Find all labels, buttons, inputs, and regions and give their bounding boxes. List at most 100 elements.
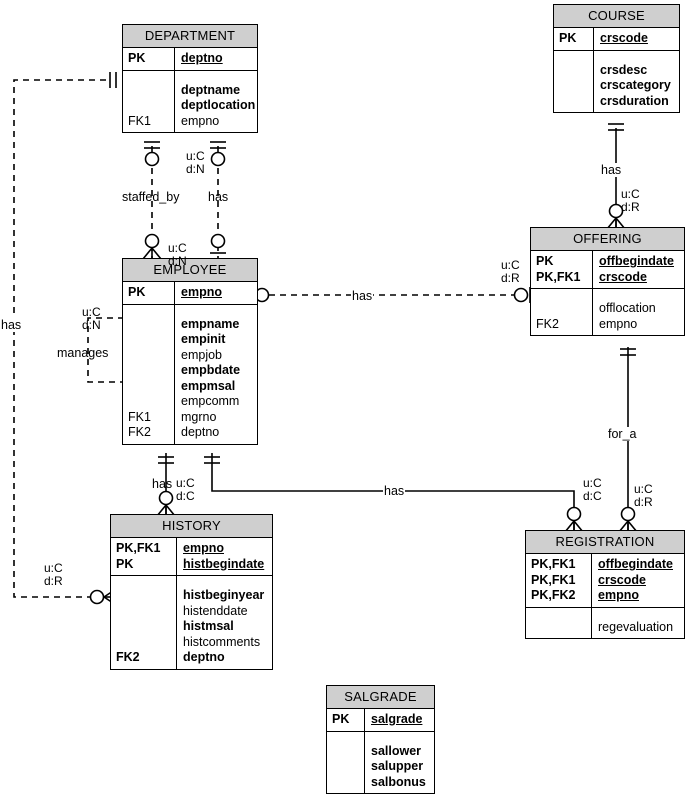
key-label	[116, 604, 176, 620]
key-label: PK,FK1	[531, 557, 576, 571]
key-label	[332, 775, 364, 791]
key-label: PK	[559, 31, 577, 45]
relationship-label-course-has-offering: has	[600, 163, 623, 177]
attr-label: deptlocation	[181, 98, 256, 112]
entity-course[interactable]: COURSE PK crscode crsdesc crscategory cr…	[553, 4, 680, 113]
entity-history[interactable]: HISTORY PK,FK1 PK empno histbegindate FK…	[110, 514, 273, 670]
attr-label: deptno	[181, 425, 220, 439]
attr-column: crscode	[594, 28, 679, 50]
entity-registration[interactable]: REGISTRATION PK,FK1 PK,FK1 PK,FK2 offbeg…	[525, 530, 685, 639]
key-column: FK1	[123, 70, 175, 132]
attr-label: salupper	[371, 759, 424, 773]
entity-title-history: HISTORY	[111, 515, 272, 538]
attr-label: offbegindate	[598, 557, 673, 571]
relationship-label-emp-has-history: has	[152, 477, 173, 491]
attr-column: empno histbegindate	[177, 538, 272, 575]
key-label	[128, 317, 174, 333]
attr-label: sallower	[371, 743, 422, 758]
key-label: FK1	[128, 113, 151, 128]
key-column: PK,FK1 PK	[111, 538, 177, 575]
entity-title-salgrade: SALGRADE	[327, 686, 434, 709]
key-label	[116, 619, 176, 635]
entity-attrs-course: crsdesc crscategory crsduration	[554, 49, 679, 112]
attr-label: histbeginyear	[183, 588, 265, 602]
attr-label: crscategory	[600, 78, 671, 92]
key-label: PK,FK1	[531, 572, 576, 587]
key-label	[531, 620, 591, 636]
attr-label: crscode	[600, 31, 648, 45]
key-label: FK2	[536, 316, 559, 331]
entity-salgrade[interactable]: SALGRADE PK salgrade sallower salupper s…	[326, 685, 435, 794]
key-label: FK1	[128, 409, 151, 424]
key-label	[128, 332, 174, 348]
attr-label: empno	[598, 588, 639, 602]
entity-title-registration: REGISTRATION	[526, 531, 684, 554]
relationship-label-emp-has-registration: has	[383, 484, 406, 498]
attr-label: histenddate	[183, 603, 248, 618]
entity-keys-salgrade: PK salgrade	[327, 709, 434, 731]
key-label: FK2	[128, 425, 151, 439]
entity-employee[interactable]: EMPLOYEE PK empno FK1 FK2 empname empini…	[122, 258, 258, 445]
entity-keys-employee: PK empno	[123, 282, 257, 304]
entity-department[interactable]: DEPARTMENT PK deptno FK1 deptname deptlo…	[122, 24, 258, 133]
key-label	[128, 379, 174, 395]
attr-label: deptno	[183, 650, 225, 664]
entity-title-course: COURSE	[554, 5, 679, 28]
key-column: FK1 FK2	[123, 304, 175, 444]
key-column: PK PK,FK1	[531, 251, 593, 288]
attr-label: crsdesc	[600, 62, 648, 77]
key-column: PK	[123, 48, 175, 70]
key-label	[332, 759, 364, 775]
relationship-label-emp-has-offering: has	[351, 289, 374, 303]
attr-label: empmsal	[181, 378, 236, 393]
rule-emp-has-registration-delete: d:C	[583, 489, 602, 503]
attr-label: histbegindate	[183, 556, 265, 571]
key-column	[526, 607, 592, 638]
relationship-label-dept-has-history: has	[0, 318, 23, 332]
attr-label: empno	[183, 541, 224, 555]
entity-title-offering: OFFERING	[531, 228, 684, 251]
key-label: PK	[128, 51, 146, 65]
attr-label: empcomm	[181, 394, 240, 408]
key-label	[536, 301, 592, 317]
entity-keys-course: PK crscode	[554, 28, 679, 50]
key-label	[559, 94, 593, 110]
entity-offering[interactable]: OFFERING PK PK,FK1 offbegindate crscode …	[530, 227, 685, 336]
entity-attrs-history: FK2 histbeginyear histenddate histmsal h…	[111, 575, 272, 669]
entity-keys-offering: PK PK,FK1 offbegindate crscode	[531, 251, 684, 288]
entity-keys-registration: PK,FK1 PK,FK1 PK,FK2 offbegindate crscod…	[526, 554, 684, 607]
rule-emp-has-history-delete: d:C	[176, 489, 195, 503]
key-label	[559, 78, 593, 94]
attr-label: empname	[181, 316, 240, 331]
attr-column: regevaluation	[592, 608, 684, 639]
attr-column: salgrade	[365, 709, 434, 731]
attr-column: offbegindate crscode	[593, 251, 684, 288]
key-label: PK,FK2	[531, 588, 576, 602]
attr-label: empno	[599, 316, 638, 331]
key-label	[128, 394, 174, 410]
entity-keys-department: PK deptno	[123, 48, 257, 70]
key-label	[128, 348, 174, 364]
key-label: FK2	[116, 650, 140, 664]
entity-attrs-salgrade: sallower salupper salbonus	[327, 730, 434, 794]
key-column: PK	[123, 282, 175, 304]
attr-label: empinit	[181, 332, 226, 346]
entity-attrs-offering: FK2 offlocation empno	[531, 288, 684, 335]
key-column	[554, 50, 594, 112]
key-label: PK	[536, 254, 554, 268]
key-label	[559, 63, 593, 79]
relationship-lines	[13, 72, 638, 606]
attr-column: sallower salupper salbonus	[365, 732, 434, 794]
attr-label: regevaluation	[598, 619, 674, 634]
